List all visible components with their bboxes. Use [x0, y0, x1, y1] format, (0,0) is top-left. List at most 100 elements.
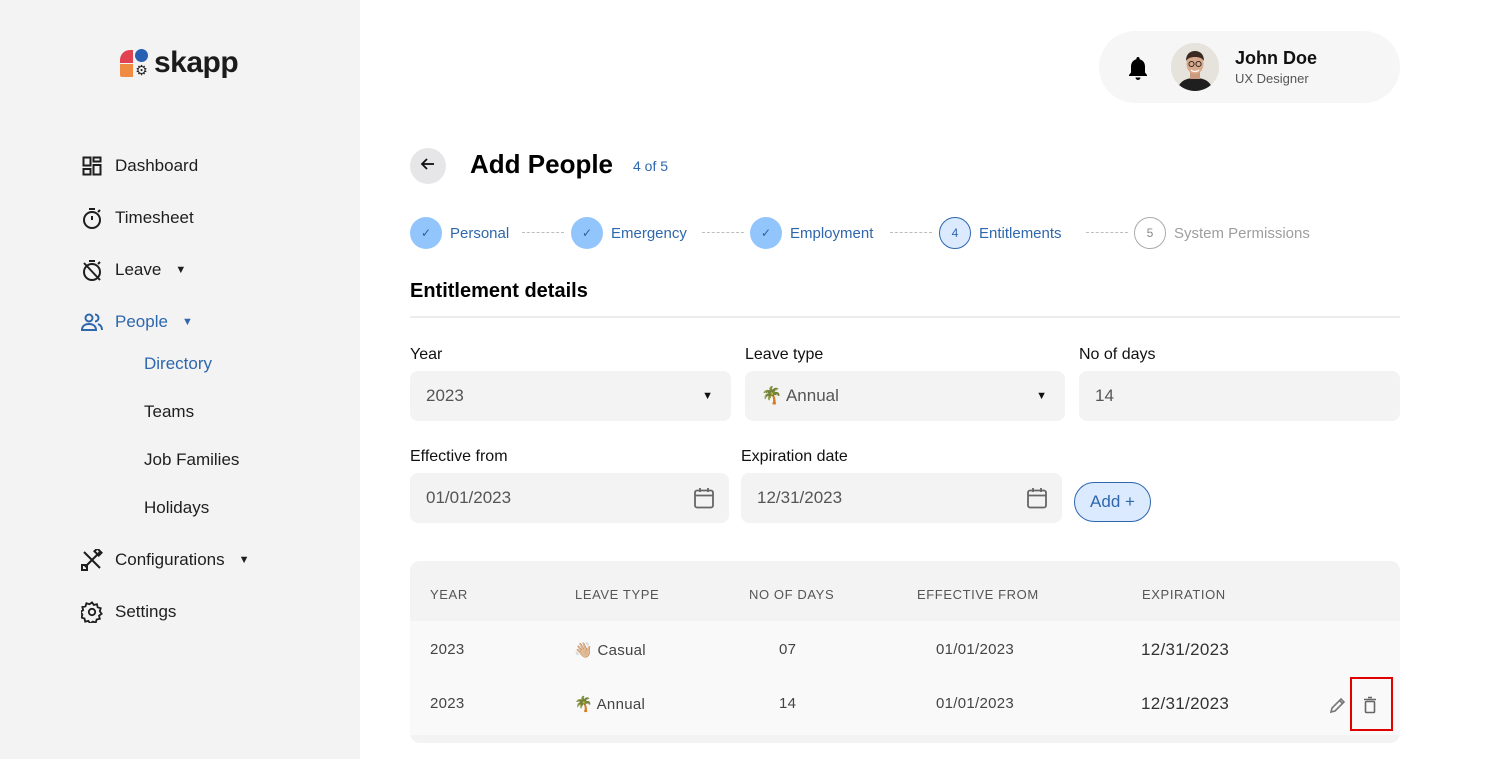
logo-mark-icon: ⚙ — [120, 48, 150, 78]
sidebar-item-people[interactable]: People ▼ — [80, 309, 193, 335]
cell-year: 2023 — [430, 695, 465, 712]
page-title: Add People — [470, 149, 614, 179]
leave-type-label: Leave type — [745, 346, 824, 363]
sidebar-item-label: Configurations — [115, 550, 225, 569]
chevron-down-icon: ▼ — [175, 264, 187, 276]
expiration-date-label: Expiration date — [741, 448, 848, 465]
effective-from-value: 01/01/2023 — [426, 488, 512, 507]
cell-expiration: 12/31/2023 — [1141, 694, 1230, 713]
cell-expiration: 12/31/2023 — [1141, 640, 1230, 659]
step-connector — [1086, 232, 1128, 233]
dropdown-caret-icon: ▼ — [702, 390, 713, 402]
step-connector — [890, 232, 932, 233]
step-emergency[interactable]: ✓ Emergency — [571, 217, 687, 249]
check-icon: ✓ — [410, 217, 442, 249]
tools-icon — [80, 548, 104, 572]
arrow-left-icon — [420, 156, 436, 177]
sidebar-item-label: Timesheet — [115, 208, 194, 227]
expiration-date-input[interactable]: 12/31/2023 — [741, 473, 1062, 523]
year-value: 2023 — [426, 386, 464, 405]
back-button[interactable] — [410, 148, 446, 184]
step-count: 4 of 5 — [633, 158, 669, 174]
sidebar-item-configurations[interactable]: Configurations ▼ — [80, 547, 250, 573]
cell-days: 14 — [779, 695, 797, 712]
leave-timer-off-icon — [80, 258, 104, 282]
step-personal[interactable]: ✓ Personal — [410, 217, 509, 249]
dashboard-icon — [80, 154, 104, 178]
calendar-icon[interactable] — [1025, 486, 1049, 510]
no-of-days-value: 14 — [1095, 386, 1114, 405]
no-of-days-label: No of days — [1079, 346, 1156, 363]
sidebar-item-settings[interactable]: Settings — [80, 599, 176, 625]
sidebar-item-label: Leave — [115, 260, 162, 279]
column-header-expiration: EXPIRATION — [1142, 587, 1226, 602]
cell-days: 07 — [779, 641, 797, 658]
cell-effective-from: 01/01/2023 — [936, 695, 1015, 712]
step-label: Employment — [790, 224, 874, 242]
sidebar-subitem-directory[interactable]: Directory — [144, 354, 212, 374]
people-icon — [80, 310, 104, 334]
dropdown-caret-icon: ▼ — [1036, 390, 1047, 402]
add-entitlement-button[interactable]: Add + — [1074, 482, 1151, 522]
section-title: Entitlement details — [410, 280, 588, 302]
sidebar-item-label: People — [115, 312, 168, 331]
brand-logo[interactable]: ⚙ skapp — [120, 46, 239, 79]
step-number: 5 — [1134, 217, 1166, 249]
check-icon: ✓ — [571, 217, 603, 249]
chevron-down-icon: ▼ — [238, 554, 250, 566]
sidebar-item-leave[interactable]: Leave ▼ — [80, 257, 186, 283]
check-icon: ✓ — [750, 217, 782, 249]
sidebar-subitem-job-families[interactable]: Job Families — [144, 450, 239, 470]
cell-year: 2023 — [430, 641, 465, 658]
column-header-year: YEAR — [430, 587, 468, 602]
entitlements-table: YEAR LEAVE TYPE NO OF DAYS EFFECTIVE FRO… — [410, 561, 1400, 743]
year-label: Year — [410, 346, 443, 363]
step-entitlements[interactable]: 4 Entitlements — [939, 217, 1062, 249]
table-header: YEAR LEAVE TYPE NO OF DAYS EFFECTIVE FRO… — [410, 561, 1400, 621]
edit-icon[interactable] — [1326, 693, 1350, 717]
effective-from-date-input[interactable]: 01/01/2023 — [410, 473, 729, 523]
expiration-date-value: 12/31/2023 — [757, 488, 843, 507]
step-label: System Permissions — [1174, 224, 1310, 242]
sidebar: ⚙ skapp Dashboard Timesheet Leave ▼ Peop… — [0, 0, 360, 759]
brand-name: skapp — [154, 46, 239, 79]
table-row: 2023 🌴 Annual 14 01/01/2023 12/31/2023 — [410, 675, 1400, 729]
app-root: ⚙ skapp Dashboard Timesheet Leave ▼ Peop… — [0, 0, 1512, 759]
no-of-days-input[interactable]: 14 — [1079, 371, 1400, 421]
sidebar-item-label: Dashboard — [115, 156, 199, 175]
leave-type-select[interactable]: 🌴 Annual ▼ — [745, 371, 1065, 421]
bell-icon[interactable] — [1126, 55, 1150, 80]
step-system-permissions[interactable]: 5 System Permissions — [1134, 217, 1310, 249]
table-row: 2023 👋🏼 Casual 07 01/01/2023 12/31/2023 — [410, 621, 1400, 675]
chevron-down-icon: ▼ — [181, 316, 193, 328]
stopwatch-icon — [80, 206, 104, 230]
year-select[interactable]: 2023 ▼ — [410, 371, 731, 421]
effective-from-label: Effective from — [410, 448, 508, 465]
sidebar-subitem-teams[interactable]: Teams — [144, 402, 194, 422]
delete-icon[interactable] — [1358, 693, 1382, 717]
sidebar-subitem-holidays[interactable]: Holidays — [144, 498, 209, 518]
column-header-effective-from: EFFECTIVE FROM — [917, 587, 1039, 602]
step-employment[interactable]: ✓ Employment — [750, 217, 873, 249]
sidebar-item-label: Settings — [115, 602, 177, 621]
sidebar-item-dashboard[interactable]: Dashboard — [80, 153, 198, 179]
gear-icon — [80, 600, 104, 624]
cell-leave-type: 🌴 Annual — [574, 696, 646, 713]
cell-effective-from: 01/01/2023 — [936, 641, 1015, 658]
user-name: John Doe — [1235, 48, 1318, 68]
leave-type-value: 🌴 Annual — [761, 386, 839, 405]
sidebar-item-timesheet[interactable]: Timesheet — [80, 205, 194, 231]
step-label: Emergency — [611, 224, 687, 242]
table-body: 2023 👋🏼 Casual 07 01/01/2023 12/31/2023 … — [410, 621, 1400, 735]
step-label: Entitlements — [979, 224, 1062, 242]
step-connector — [702, 232, 744, 233]
section-divider — [410, 316, 1400, 318]
calendar-icon[interactable] — [692, 486, 716, 510]
step-label: Personal — [450, 224, 510, 242]
step-connector — [522, 232, 564, 233]
column-header-no-of-days: NO OF DAYS — [749, 587, 835, 602]
step-number: 4 — [939, 217, 971, 249]
user-profile-card[interactable]: John Doe UX Designer — [1099, 31, 1400, 103]
column-header-leave-type: LEAVE TYPE — [575, 587, 660, 602]
avatar[interactable] — [1171, 43, 1219, 91]
